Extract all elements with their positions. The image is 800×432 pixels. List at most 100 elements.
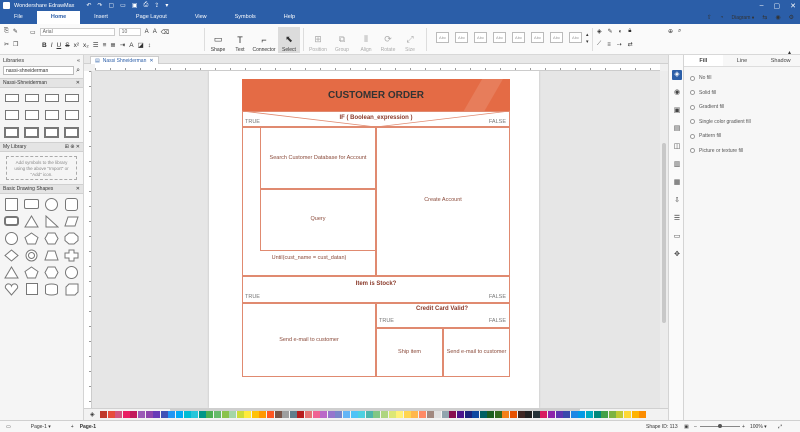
- underline-icon[interactable]: U: [57, 42, 62, 49]
- color-swatch[interactable]: [365, 411, 373, 418]
- color-swatch[interactable]: [343, 411, 350, 418]
- style-sample-7[interactable]: Abc: [550, 32, 563, 43]
- nsd-shape-while[interactable]: [3, 108, 20, 122]
- color-swatch[interactable]: [335, 411, 343, 418]
- color-swatch[interactable]: [494, 411, 502, 418]
- color-swatch[interactable]: [403, 411, 411, 418]
- color-swatch[interactable]: [206, 411, 214, 418]
- page-list-icon[interactable]: ▭: [6, 424, 11, 430]
- fill-option-gradient[interactable]: Gradient fill: [684, 100, 800, 115]
- size-tool[interactable]: ⤢ Size: [399, 27, 421, 53]
- color-swatch[interactable]: [616, 411, 624, 418]
- present-panel-icon[interactable]: ▭: [672, 232, 682, 242]
- fill-panel-icon[interactable]: ◈: [672, 70, 682, 80]
- color-swatch[interactable]: [487, 411, 495, 418]
- undo-icon[interactable]: ↶: [86, 2, 91, 9]
- color-swatch[interactable]: [464, 411, 472, 418]
- style-sample-2[interactable]: Abc: [455, 32, 468, 43]
- basic-shape-circle[interactable]: [43, 197, 60, 211]
- color-swatch[interactable]: [388, 411, 396, 418]
- color-swatch[interactable]: [115, 411, 123, 418]
- vertical-scroll-thumb[interactable]: [662, 143, 666, 323]
- copy-icon[interactable]: ❐: [13, 41, 18, 48]
- color-swatch[interactable]: [623, 411, 631, 418]
- basic-shape-cross[interactable]: [63, 248, 80, 262]
- color-swatch[interactable]: [601, 411, 609, 418]
- highlight-icon[interactable]: ◪: [138, 41, 144, 49]
- basic-shape-hexagon-2[interactable]: [43, 265, 60, 279]
- basic-shape-square-2[interactable]: [23, 282, 40, 296]
- text-direction-icon[interactable]: ↕: [148, 42, 151, 49]
- color-swatch[interactable]: [297, 411, 305, 418]
- layer-panel-icon[interactable]: ◫: [672, 142, 682, 152]
- color-swatch[interactable]: [426, 411, 434, 418]
- replace-icon[interactable]: ⇄: [628, 41, 633, 48]
- zoom-in-icon[interactable]: +: [742, 424, 745, 430]
- style-sample-3[interactable]: Abc: [474, 32, 487, 43]
- font-family-select[interactable]: Arial: [39, 28, 115, 36]
- rotate-tool[interactable]: ⟳ Rotate: [377, 27, 399, 53]
- color-swatch[interactable]: [168, 411, 176, 418]
- share-icon[interactable]: ⇆: [762, 14, 767, 21]
- connector-tool[interactable]: ⌐ Connector: [251, 27, 277, 53]
- open-icon[interactable]: ▭: [120, 2, 126, 9]
- section-nassi-shneiderman[interactable]: Nassi-Shneiderman ✕: [0, 78, 83, 88]
- settings-icon[interactable]: ⚙: [789, 14, 794, 21]
- color-swatch[interactable]: [502, 411, 510, 418]
- color-swatch[interactable]: [608, 411, 616, 418]
- style-sample-8[interactable]: Abc: [569, 32, 582, 43]
- color-swatch[interactable]: [236, 411, 244, 418]
- basic-shape-rounded-rect[interactable]: [3, 214, 20, 228]
- search-icon[interactable]: ⌕: [76, 67, 80, 75]
- color-swatch[interactable]: [517, 411, 525, 418]
- fullscreen-icon[interactable]: ⤢: [778, 424, 782, 430]
- style-scroll-up-icon[interactable]: ▴: [586, 32, 589, 38]
- color-swatch[interactable]: [327, 411, 335, 418]
- color-swatch[interactable]: [510, 411, 518, 418]
- find-icon[interactable]: ⌕: [678, 28, 681, 35]
- color-swatch[interactable]: [350, 411, 358, 418]
- nsd-shape-block[interactable]: [43, 108, 60, 122]
- select-tool[interactable]: ⬉ Select: [278, 27, 300, 53]
- eyedropper-icon[interactable]: ⟋: [597, 41, 601, 48]
- color-swatch[interactable]: [418, 411, 426, 418]
- nsd-shape-call[interactable]: [63, 108, 80, 122]
- color-swatch[interactable]: [555, 411, 563, 418]
- color-swatch[interactable]: [479, 411, 487, 418]
- superscript-icon[interactable]: x²: [74, 42, 79, 49]
- color-swatch[interactable]: [183, 411, 191, 418]
- maximize-icon[interactable]: ▢: [774, 2, 781, 10]
- bold-icon[interactable]: B: [42, 42, 47, 49]
- image-panel-icon[interactable]: ▣: [672, 106, 682, 116]
- color-swatch[interactable]: [358, 411, 366, 418]
- redo-icon[interactable]: ↷: [97, 2, 102, 9]
- color-swatch[interactable]: [100, 411, 107, 418]
- color-swatch[interactable]: [145, 411, 153, 418]
- fill-color-icon[interactable]: ◈: [597, 28, 602, 35]
- format-painter-icon[interactable]: ✎: [13, 28, 18, 35]
- indent-icon[interactable]: ⇥: [120, 41, 125, 49]
- fill-option-single-gradient[interactable]: Single color gradient fill: [684, 115, 800, 130]
- color-swatch[interactable]: [229, 411, 237, 418]
- color-swatch[interactable]: [305, 411, 313, 418]
- color-swatch[interactable]: [540, 411, 548, 418]
- nsd-shape-panel[interactable]: [63, 125, 80, 139]
- color-swatch[interactable]: [130, 411, 138, 418]
- zoom-out-icon[interactable]: –: [694, 424, 697, 430]
- basic-shape-diamond[interactable]: [3, 248, 20, 262]
- color-swatch[interactable]: [282, 411, 290, 418]
- color-swatch[interactable]: [586, 411, 593, 418]
- basic-shape-right-triangle[interactable]: [43, 214, 60, 228]
- strikethrough-icon[interactable]: S: [65, 42, 69, 49]
- numbered-list-icon[interactable]: ≡: [103, 42, 107, 49]
- color-swatch[interactable]: [267, 411, 275, 418]
- basic-shape-heart[interactable]: [3, 282, 20, 296]
- basic-shape-ring[interactable]: [23, 248, 40, 262]
- basic-shape-parallelogram[interactable]: [63, 214, 80, 228]
- table-panel-icon[interactable]: ▦: [672, 178, 682, 188]
- diagram-button[interactable]: Diagram ♦: [731, 15, 754, 21]
- color-swatch[interactable]: [532, 411, 540, 418]
- line-color-icon[interactable]: ✎: [608, 28, 613, 35]
- color-swatch[interactable]: [137, 411, 145, 418]
- style-sample-5[interactable]: Abc: [512, 32, 525, 43]
